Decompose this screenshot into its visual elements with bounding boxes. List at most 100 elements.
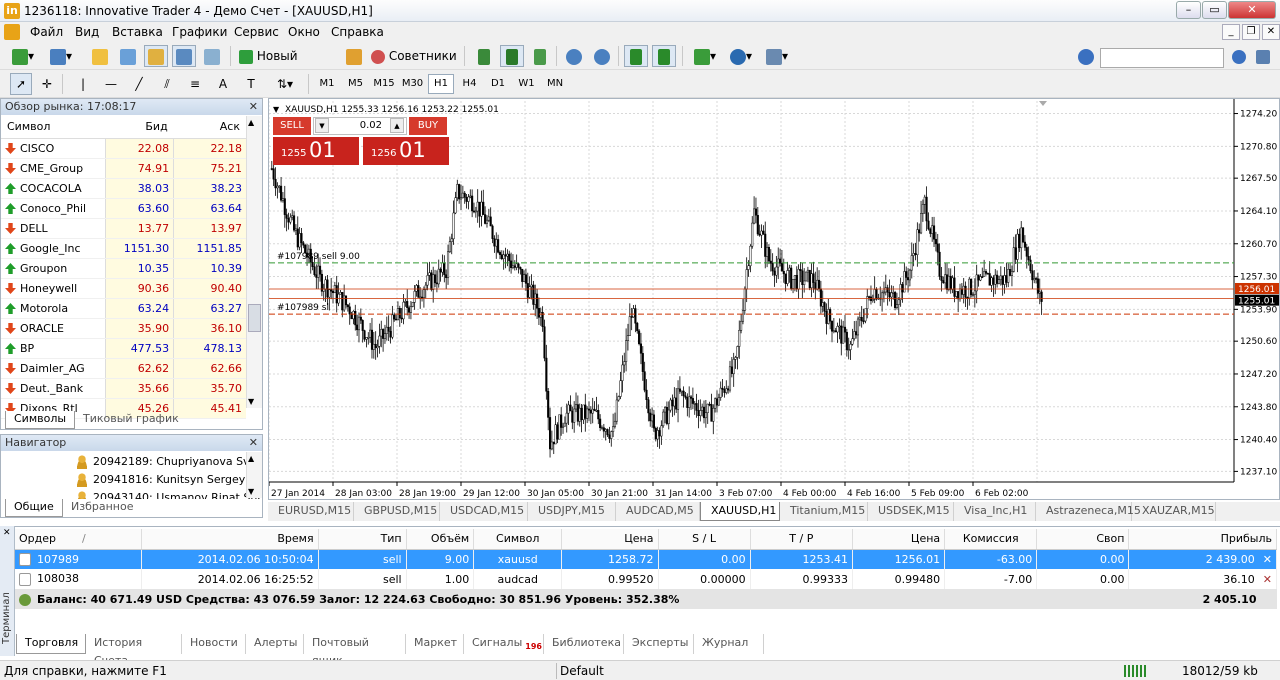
close-order-icon[interactable]: ✕	[1263, 553, 1272, 566]
market-watch-row[interactable]: COCACOLA 38.03 38.23	[1, 178, 246, 199]
menu-charts[interactable]: Графики	[172, 25, 227, 39]
timeframe-m5-button[interactable]: M5	[343, 74, 369, 94]
market-watch-row[interactable]: Deut._Bank 35.66 35.70	[1, 378, 246, 399]
templates-button[interactable]: ▾	[760, 45, 794, 67]
candle-chart-button[interactable]	[500, 45, 524, 67]
options-button[interactable]	[1074, 45, 1098, 67]
chart-tab[interactable]: USDCAD,M15	[440, 502, 528, 521]
sell-price-button[interactable]: 1255 01	[273, 137, 359, 165]
chart-tab[interactable]: XAUUSD,H1	[700, 502, 780, 521]
chart-tab[interactable]: XAUZAR,M15	[1132, 502, 1216, 521]
navigator-close-icon[interactable]: ✕	[249, 435, 258, 450]
terminal-tab[interactable]: Эксперты	[624, 634, 694, 654]
menu-file[interactable]: Файл	[30, 25, 63, 39]
scroll-thumb[interactable]	[248, 304, 261, 332]
column-header[interactable]: T / P	[750, 529, 854, 550]
terminal-tab[interactable]: Маркет	[406, 634, 464, 654]
new-order-button[interactable]: Новый Ордер	[236, 45, 340, 83]
vertical-line-button[interactable]: |	[72, 73, 94, 95]
buy-button[interactable]: BUY	[409, 117, 447, 135]
terminal-close-icon[interactable]: ✕	[3, 528, 11, 538]
market-watch-row[interactable]: Daimler_AG 62.62 62.66	[1, 358, 246, 379]
menu-view[interactable]: Вид	[75, 25, 99, 39]
periods-button[interactable]: ▾	[724, 45, 758, 67]
tab-symbols[interactable]: Символы	[5, 411, 76, 429]
zoom-out-button[interactable]	[590, 45, 614, 67]
timeframe-mn-button[interactable]: MN	[542, 74, 568, 94]
chart-tab[interactable]: GBPUSD,M15	[354, 502, 440, 521]
zoom-in-button[interactable]	[562, 45, 586, 67]
menu-insert[interactable]: Вставка	[112, 25, 163, 39]
terminal-toggle-button[interactable]	[172, 45, 196, 67]
horizontal-line-button[interactable]: —	[100, 73, 122, 95]
market-watch-row[interactable]: Honeywell 90.36 90.40	[1, 278, 246, 299]
terminal-tab[interactable]: Новости	[182, 634, 246, 654]
experts-button[interactable]: Советники	[368, 45, 458, 67]
timeframe-h1-button[interactable]: H1	[428, 74, 454, 94]
channel-button[interactable]: ⫽	[156, 73, 178, 95]
minimize-button[interactable]: –	[1176, 1, 1201, 19]
chart-tab[interactable]: Visa_Inc,H1	[954, 502, 1036, 521]
scroll-down-icon[interactable]: ▼	[248, 397, 254, 406]
order-row[interactable]: 108038 2014.02.06 16:25:52 sell 1.00 audcad 0…	[15, 569, 1277, 589]
menu-tools[interactable]: Сервис	[234, 25, 279, 39]
chart-tab[interactable]: Titanium,M15	[780, 502, 868, 521]
close-order-icon[interactable]: ✕	[1263, 573, 1272, 586]
profiles-button[interactable]: ▾	[44, 45, 78, 67]
data-window-button[interactable]	[116, 45, 140, 67]
order-row[interactable]: 107989 2014.02.06 10:50:04 sell 9.00 xauusd 1…	[15, 549, 1277, 569]
lot-decrease-button[interactable]: ▼	[315, 118, 329, 133]
mdi-minimize-button[interactable]: _	[1222, 24, 1240, 40]
scroll-up-icon[interactable]: ▲	[248, 118, 254, 127]
market-watch-row[interactable]: CME_Group 74.91 75.21	[1, 158, 246, 179]
maximize-button[interactable]: ▭	[1202, 1, 1227, 19]
chart-window[interactable]: 1274.20 1270.80 1267.50 1264.10 1260.70 1257.…	[268, 98, 1280, 500]
column-header[interactable]: Прибыль	[1128, 529, 1277, 550]
column-header[interactable]: Объём	[406, 529, 475, 550]
timeframe-m1-button[interactable]: M1	[314, 74, 340, 94]
sell-button[interactable]: SELL	[273, 117, 311, 135]
column-header[interactable]: Комиссия	[944, 529, 1038, 550]
navigator-account-item[interactable]: 20942189: Chupriyanova Svet	[75, 453, 260, 471]
terminal-tab[interactable]: Почтовый ящик	[304, 634, 406, 667]
chart-menu-icon[interactable]: ▼	[273, 105, 279, 114]
timeframe-h4-button[interactable]: H4	[457, 74, 483, 94]
lot-increase-button[interactable]: ▲	[390, 118, 404, 133]
new-chart-button[interactable]: ▾	[6, 45, 40, 67]
chart-tab[interactable]: AUDCAD,M5	[616, 502, 700, 521]
chart-tab[interactable]: USDSEK,M15	[868, 502, 954, 521]
status-profile[interactable]: Default	[560, 664, 604, 678]
terminal-tab[interactable]: Торговля	[16, 634, 86, 654]
autoscroll-button[interactable]	[624, 45, 648, 67]
buy-price-button[interactable]: 1256 01	[363, 137, 449, 165]
market-watch-row[interactable]: Groupon 10.35 10.39	[1, 258, 246, 279]
scroll-up-icon[interactable]: ▲	[248, 454, 254, 463]
column-header[interactable]: Цена	[852, 529, 946, 550]
column-bid[interactable]: Бид	[105, 116, 174, 139]
market-watch-row[interactable]: CISCO 22.08 22.18	[1, 138, 246, 159]
timeframe-m15-button[interactable]: M15	[371, 74, 397, 94]
column-header[interactable]: Время	[141, 529, 319, 550]
navigator-account-item[interactable]: 20943140: Usmanov Rinat Sha	[75, 489, 260, 499]
metaeditor-button[interactable]	[344, 45, 364, 67]
timeframe-d1-button[interactable]: D1	[485, 74, 511, 94]
navigator-account-item[interactable]: 20941816: Kunitsyn Sergey Vla	[75, 471, 260, 489]
line-chart-button[interactable]	[528, 45, 552, 67]
column-header[interactable]: Символ	[473, 529, 563, 550]
navigator-toggle-button[interactable]	[144, 45, 168, 67]
timeframe-m30-button[interactable]: M30	[400, 74, 426, 94]
mailbox-button[interactable]	[1252, 45, 1274, 67]
column-ask[interactable]: Аск	[173, 116, 246, 139]
text-label-button[interactable]: T	[240, 73, 262, 95]
market-watch-row[interactable]: Google_Inc 1151.30 1151.85	[1, 238, 246, 259]
chart-tab[interactable]: EURUSD,M15	[268, 502, 354, 521]
column-header[interactable]: Цена	[561, 529, 659, 550]
terminal-tab[interactable]: Журнал	[694, 634, 764, 654]
fibonacci-button[interactable]: ≡	[184, 73, 206, 95]
navigator-scrollbar[interactable]: ▲ ▼	[246, 452, 262, 498]
child-window-icon[interactable]	[4, 24, 20, 40]
cursor-tool-button[interactable]: ➚	[10, 73, 32, 95]
market-watch-row[interactable]: BP 477.53 478.13	[1, 338, 246, 359]
tab-common[interactable]: Общие	[5, 499, 63, 517]
menu-help[interactable]: Справка	[331, 25, 384, 39]
